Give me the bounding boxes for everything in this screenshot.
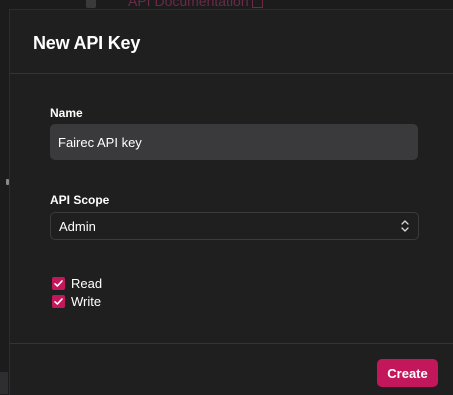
create-button[interactable]: Create <box>377 359 438 387</box>
background-icon <box>86 0 96 8</box>
write-label: Write <box>71 294 102 309</box>
api-scope-select[interactable]: Admin <box>50 212 419 240</box>
dialog-title: New API Key <box>33 33 141 53</box>
name-input[interactable] <box>50 124 418 160</box>
dialog-header: New API Key <box>10 10 453 74</box>
footer-divider <box>10 343 453 344</box>
api-documentation-link: API Documentation <box>128 0 263 9</box>
read-checkbox[interactable] <box>52 277 65 290</box>
checkmark-icon <box>54 280 63 287</box>
api-scope-label: API Scope <box>50 193 110 207</box>
write-checkbox[interactable] <box>52 295 65 308</box>
sidebar-edge-block <box>0 372 8 394</box>
api-documentation-label: API Documentation <box>128 0 249 9</box>
checkmark-icon <box>54 298 63 305</box>
api-scope-value: Admin <box>59 219 96 234</box>
chevron-up-down-icon <box>401 220 409 232</box>
name-label: Name <box>50 106 83 120</box>
external-link-icon <box>251 0 263 8</box>
read-label: Read <box>71 276 103 291</box>
new-api-key-dialog: New API Key Name API Scope Admin Read Wr… <box>9 9 453 395</box>
